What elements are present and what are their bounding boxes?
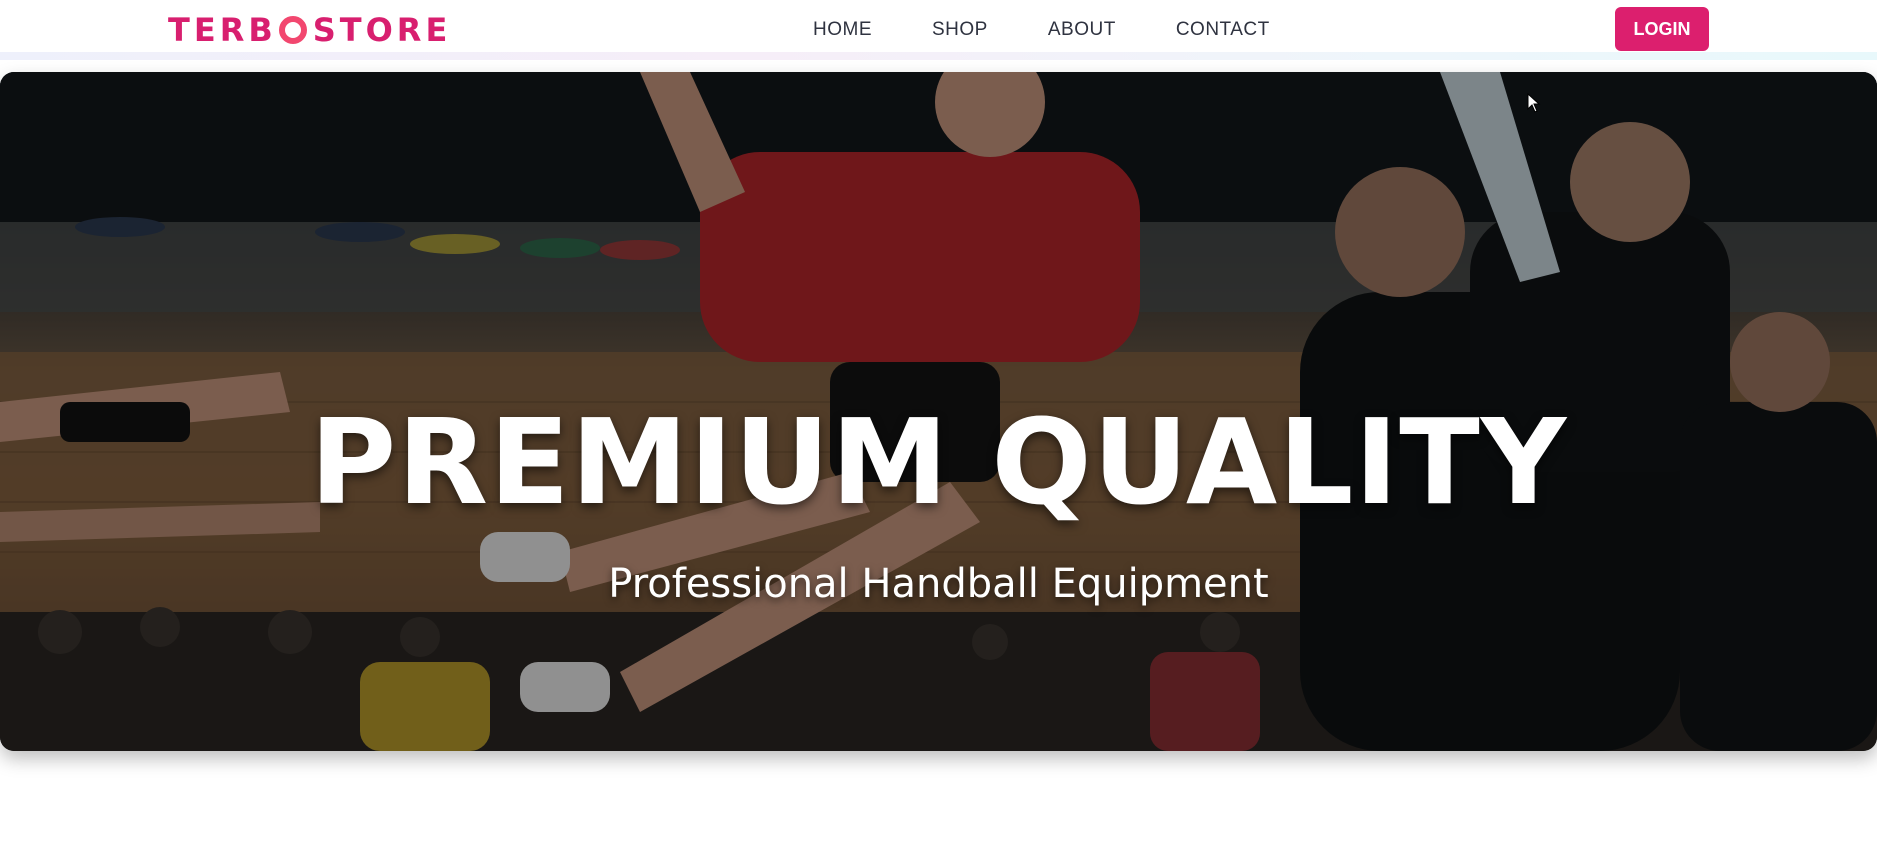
logo-text-left: TERB [168,11,277,49]
logo-text-right: STORE [312,11,452,49]
nav-home[interactable]: HOME [813,17,872,43]
hero-subtitle: Professional Handball Equipment [608,561,1269,607]
site-header: TERB STORE HOME SHOP ABOUT CONTACT LOGIN [0,0,1877,60]
login-button[interactable]: LOGIN [1615,7,1709,51]
cursor-icon [1527,93,1541,113]
hero-title: PREMIUM QUALITY [309,393,1568,531]
logo[interactable]: TERB STORE [168,10,451,50]
logo-ring-icon [278,16,307,44]
hero-carousel: PREMIUM QUALITY Professional Handball Eq… [0,72,1877,751]
nav-shop[interactable]: SHOP [932,17,988,43]
main-nav: HOME SHOP ABOUT CONTACT [813,17,1330,43]
nav-about[interactable]: ABOUT [1048,17,1116,43]
nav-contact[interactable]: CONTACT [1176,17,1270,43]
